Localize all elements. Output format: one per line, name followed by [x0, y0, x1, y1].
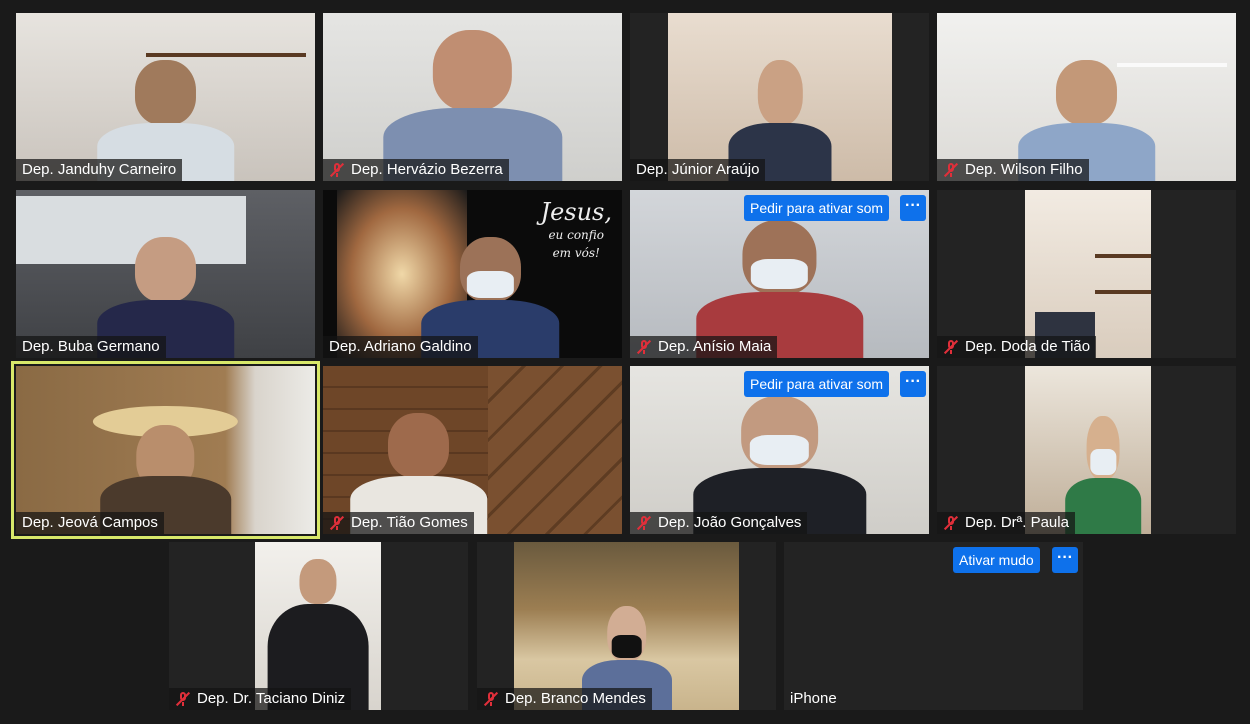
muted-mic-icon — [943, 162, 959, 178]
shelf — [1095, 254, 1151, 258]
video-tile-jeova[interactable]: Dep. Jeová Campos — [11, 361, 320, 539]
participant-video — [16, 366, 315, 534]
video-tile-adriano[interactable]: Jesus, eu confio em vós! Dep. Adriano Ga… — [323, 190, 622, 358]
video-tile-iphone[interactable]: Ativar mudo ··· iPhone — [784, 542, 1083, 710]
muted-mic-icon — [636, 339, 652, 355]
ask-to-unmute-button[interactable]: Pedir para ativar som — [744, 195, 890, 221]
participant-name-label: Dep. João Gonçalves — [630, 512, 808, 534]
participant-video — [1025, 366, 1151, 534]
video-tile-branco[interactable]: Dep. Branco Mendes — [477, 542, 776, 710]
participant-name-label: Dep. Tião Gomes — [323, 512, 474, 534]
video-tile-anisio[interactable]: Pedir para ativar som ··· Dep. Anísio Ma… — [630, 190, 929, 358]
participant-video: Jesus, eu confio em vós! — [323, 190, 622, 358]
participant-video — [323, 13, 622, 181]
participant-name-label: Dep. Adriano Galdino — [323, 336, 478, 358]
participant-name-label: iPhone — [790, 690, 837, 707]
wood-panel — [488, 366, 622, 534]
participant-figure — [1065, 416, 1141, 534]
muted-mic-icon — [636, 515, 652, 531]
participant-name-label: Dep. Dr. Taciano Diniz — [169, 688, 352, 710]
video-tile-junior[interactable]: Dep. Júnior Araújo — [630, 13, 929, 181]
participant-video — [16, 190, 315, 358]
more-options-button[interactable]: ··· — [1052, 547, 1078, 573]
participant-name-label: Dep. Wilson Filho — [937, 159, 1089, 181]
video-tile-paula[interactable]: Dep. Drª. Paula — [937, 366, 1236, 534]
video-tile-taciano[interactable]: Dep. Dr. Taciano Diniz — [169, 542, 468, 710]
participant-name-label: Dep. Drª. Paula — [937, 512, 1075, 534]
participant-name-label: Dep. Branco Mendes — [477, 688, 652, 710]
muted-mic-icon — [943, 515, 959, 531]
participant-video — [323, 366, 622, 534]
shelf — [146, 53, 306, 57]
video-tile-tiao[interactable]: Dep. Tião Gomes — [323, 366, 622, 534]
muted-mic-icon — [175, 691, 191, 707]
video-tile-buba[interactable]: Dep. Buba Germano — [16, 190, 315, 358]
video-tile-wilson[interactable]: Dep. Wilson Filho — [937, 13, 1236, 181]
participant-video — [255, 542, 381, 710]
participant-name-label: Dep. Júnior Araújo — [630, 159, 766, 181]
video-tile-hervazio[interactable]: Dep. Hervázio Bezerra — [323, 13, 622, 181]
more-options-button[interactable]: ··· — [900, 195, 926, 221]
muted-mic-icon — [329, 162, 345, 178]
participant-name-label: Dep. Janduhy Carneiro — [16, 159, 183, 181]
video-tile-janduhy[interactable]: Dep. Janduhy Carneiro — [16, 13, 315, 181]
participant-video — [514, 542, 739, 710]
more-options-button[interactable]: ··· — [900, 371, 926, 397]
participant-video — [1025, 190, 1151, 358]
muted-mic-icon — [483, 691, 499, 707]
participant-video — [16, 13, 315, 181]
participant-video — [937, 13, 1236, 181]
participant-name-label: Dep. Buba Germano — [16, 336, 166, 358]
participant-name-label: Dep. Jeová Campos — [16, 512, 164, 534]
shelf — [1095, 290, 1151, 294]
ask-to-unmute-button[interactable]: Pedir para ativar som — [744, 371, 890, 397]
mute-button[interactable]: Ativar mudo — [953, 547, 1040, 573]
muted-mic-icon — [329, 515, 345, 531]
participant-video — [668, 13, 892, 181]
video-tile-doda[interactable]: Dep. Doda de Tião — [937, 190, 1236, 358]
video-tile-joao[interactable]: Pedir para ativar som ··· Dep. João Gonç… — [630, 366, 929, 534]
participant-name-label: Dep. Hervázio Bezerra — [323, 159, 509, 181]
participant-name-label: Dep. Doda de Tião — [937, 336, 1097, 358]
muted-mic-icon — [943, 339, 959, 355]
participant-name-label: Dep. Anísio Maia — [630, 336, 778, 358]
